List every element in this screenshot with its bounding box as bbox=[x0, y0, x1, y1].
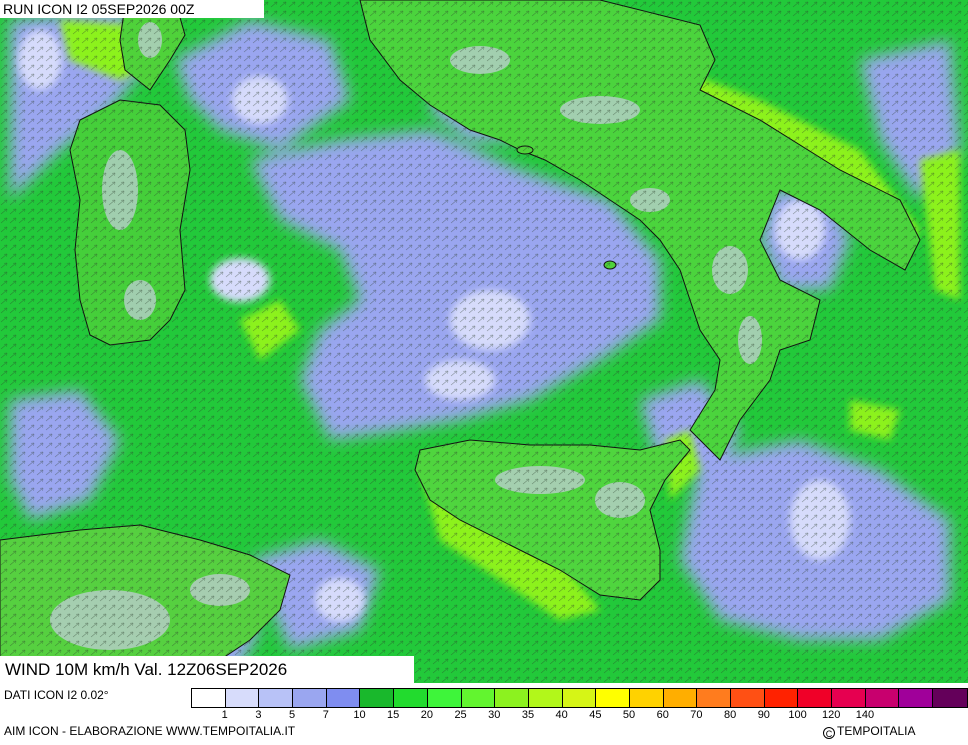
legend-swatch bbox=[360, 689, 395, 707]
legend-swatch bbox=[326, 689, 361, 707]
legend-label: 15 bbox=[387, 709, 400, 721]
legend-label: 20 bbox=[420, 709, 433, 721]
legend-swatch bbox=[596, 689, 630, 707]
wind-speed-legend bbox=[191, 688, 968, 708]
legend-swatch bbox=[663, 689, 698, 707]
legend-swatch bbox=[528, 689, 563, 707]
legend-label: 40 bbox=[555, 709, 568, 721]
legend-label: 3 bbox=[255, 709, 262, 721]
copyright-text: TEMPOITALIA bbox=[837, 724, 916, 738]
legend-label: 1 bbox=[221, 709, 228, 721]
run-title: RUN ICON I2 05SEP2026 00Z bbox=[0, 0, 264, 18]
legend-swatch bbox=[798, 689, 833, 707]
legend-swatch bbox=[865, 689, 900, 707]
legend-swatch bbox=[899, 689, 934, 707]
legend-swatch bbox=[697, 689, 731, 707]
legend-swatch bbox=[192, 689, 226, 707]
data-source-label: DATI ICON I2 0.02° bbox=[4, 688, 109, 702]
legend-label: 10 bbox=[353, 709, 366, 721]
wind-speed-legend-labels: 1 3 5 7 10 15 20 25 30 35 40 45 50 60 70 80 90 100 120 140 bbox=[191, 709, 966, 723]
legend-label: 100 bbox=[788, 709, 807, 721]
legend-label: 50 bbox=[622, 709, 636, 721]
credit-text: AIM ICON - ELABORAZIONE WWW.TEMPOITALIA.… bbox=[4, 724, 296, 738]
legend-label: 35 bbox=[521, 709, 535, 721]
legend-label: 5 bbox=[289, 709, 296, 721]
legend-swatch bbox=[394, 689, 428, 707]
legend-swatch bbox=[832, 689, 866, 707]
variable-title: WIND 10M km/h Val. 12Z06SEP2026 bbox=[0, 656, 414, 683]
legend-label: 80 bbox=[724, 709, 737, 721]
legend-label: 25 bbox=[454, 709, 467, 721]
legend-label: 140 bbox=[855, 709, 875, 721]
legend-label: 60 bbox=[656, 709, 669, 721]
wind-arrows bbox=[0, 0, 968, 683]
copyright-icon: C bbox=[823, 727, 835, 739]
legend-swatch bbox=[225, 689, 260, 707]
legend-label: 120 bbox=[822, 709, 841, 721]
legend-swatch bbox=[933, 689, 967, 707]
legend-swatch bbox=[427, 689, 462, 707]
legend-swatch bbox=[259, 689, 294, 707]
legend-label: 90 bbox=[757, 709, 770, 721]
wind-map bbox=[0, 0, 968, 683]
legend-swatch bbox=[629, 689, 664, 707]
legend-swatch bbox=[293, 689, 327, 707]
legend-label: 45 bbox=[589, 709, 602, 721]
legend-label: 70 bbox=[690, 709, 703, 721]
legend-swatch bbox=[495, 689, 529, 707]
wind-map-svg bbox=[0, 0, 968, 683]
legend-swatch bbox=[461, 689, 496, 707]
legend-swatch bbox=[731, 689, 765, 707]
legend-label: 30 bbox=[488, 709, 501, 721]
legend-swatch bbox=[562, 689, 597, 707]
legend-swatch bbox=[764, 689, 799, 707]
copyright: C TEMPOITALIA bbox=[823, 724, 915, 739]
legend-label: 7 bbox=[322, 709, 329, 721]
